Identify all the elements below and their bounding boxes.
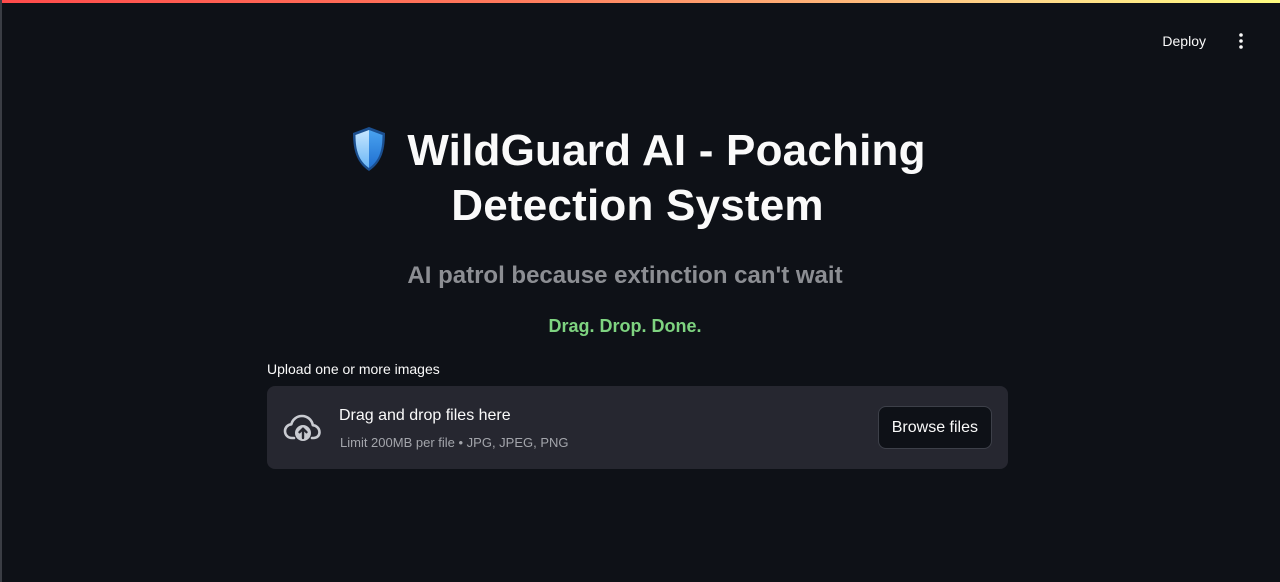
header-toolbar: Deploy	[1158, 28, 1250, 54]
deploy-button[interactable]: Deploy	[1158, 29, 1210, 53]
title-block: WildGuard AI - Poaching Detection System	[267, 123, 1008, 233]
tagline: Drag. Drop. Done.	[548, 316, 702, 336]
shield-icon	[353, 127, 386, 171]
browse-files-button[interactable]: Browse files	[877, 406, 992, 449]
title-line-1: WildGuard AI - Poaching	[407, 126, 926, 175]
main-menu-button[interactable]	[1232, 28, 1250, 54]
file-dropzone[interactable]: Drag and drop files here Limit 200MB per…	[267, 386, 1008, 469]
kebab-vertical-icon	[1239, 33, 1243, 49]
top-decoration-bar	[2, 0, 1280, 3]
uploader-label: Upload one or more images	[267, 361, 440, 377]
page-title: WildGuard AI - Poaching Detection System	[267, 123, 1008, 233]
app-root: Deploy WildGuard AI - Poaching Detection…	[0, 0, 1280, 582]
dropzone-limit-text: Limit 200MB per file • JPG, JPEG, PNG	[340, 435, 569, 450]
cloud-upload-icon	[283, 414, 321, 441]
title-line-2: Detection System	[451, 181, 824, 230]
dropzone-instructions: Drag and drop files here	[339, 407, 511, 424]
subtitle: AI patrol because extinction can't wait	[407, 262, 843, 289]
